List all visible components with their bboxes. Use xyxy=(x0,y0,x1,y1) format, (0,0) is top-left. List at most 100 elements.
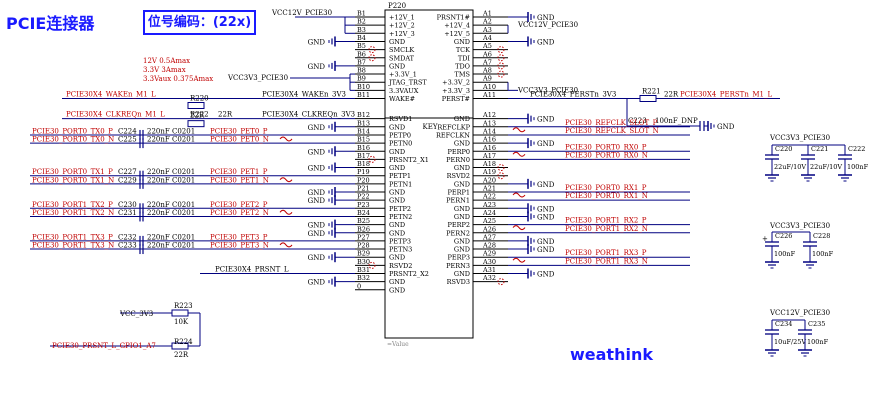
pin-number: A26 xyxy=(482,225,496,233)
resistor-icon xyxy=(639,95,657,102)
cap-value: 220nF xyxy=(147,168,170,176)
cap-ref: C225 xyxy=(118,136,137,144)
pin-name: 3.3VAUX xyxy=(389,87,419,95)
pin-name: PRSNT2_X1 xyxy=(389,156,429,164)
cap-value: 220nF xyxy=(147,242,170,250)
cap-pkg: C0201 xyxy=(172,136,195,144)
pin-number: A24 xyxy=(482,209,496,217)
pin-number: A25 xyxy=(482,217,496,225)
cap-pkg: C0201 xyxy=(172,233,195,241)
pin-name: +3.3V_1 xyxy=(389,71,417,79)
cap-ref: C224 xyxy=(118,127,137,135)
resistor-ref: R221 xyxy=(642,88,661,96)
net-label: PCIE30_PORT1_RX2_P xyxy=(565,217,647,225)
pin-name: RSVD1 xyxy=(389,115,412,123)
pin-name: PERP3 xyxy=(447,254,470,262)
pin-name: GND xyxy=(389,197,405,205)
connector-value: =Value xyxy=(387,341,409,348)
gnd-label: GND xyxy=(308,254,326,262)
net-label: PCIE30_PORT1_TX3_P xyxy=(32,233,113,241)
diff-pair-icon xyxy=(279,136,293,142)
resistor-icon xyxy=(171,309,189,317)
cap-ref: C232 xyxy=(118,233,137,241)
cap-value: 220nF xyxy=(147,233,170,241)
net-label: PCIE30_PET1_P xyxy=(210,168,268,176)
pin-number: A18 xyxy=(482,160,496,168)
pin-name: RSVD2 xyxy=(447,172,470,180)
pin-number: A21 xyxy=(482,185,496,193)
pin-name: +12V_1 xyxy=(389,14,415,22)
pin-number: B16 xyxy=(357,144,370,152)
pin-name: GND xyxy=(454,140,470,148)
pin-name: GND xyxy=(454,205,470,213)
net-label: PCIE30X4_PRSNT_L xyxy=(215,266,289,274)
pin-name: GND xyxy=(454,115,470,123)
net-label: PCIE30_PORT1_RX3_P xyxy=(565,249,647,257)
net-label: PCIE30_PET1_N xyxy=(210,176,269,184)
pin-name: GND xyxy=(389,148,405,156)
pin-number: A23 xyxy=(482,201,496,209)
pin-number: P20 xyxy=(357,176,370,184)
pin-number: A20 xyxy=(482,176,496,184)
cap-ref: C221 xyxy=(811,145,828,153)
pin-name: GND xyxy=(454,38,470,46)
diff-pair-icon xyxy=(512,225,526,231)
net-label: VCC12V_PCIE30 xyxy=(517,21,578,29)
schematic-canvas: P220KEY=ValueB1 +12V_1B2 +12V_2B3 +12V_3B4 G… xyxy=(30,2,869,359)
pin-name: TDI xyxy=(458,54,471,62)
pin-name: PERN1 xyxy=(446,197,470,205)
pin-number: A10 xyxy=(482,83,496,91)
pin-number: 0 xyxy=(357,282,361,290)
pin-name: +12V_5 xyxy=(444,30,470,38)
net-label: PCIE30_PET2_N xyxy=(210,209,269,217)
pin-number: A19 xyxy=(482,168,496,176)
pin-number: B11 xyxy=(357,91,370,99)
pin-number: B4 xyxy=(357,34,366,42)
net-label: VCC3V3_PCIE30 xyxy=(769,222,830,230)
gnd-label: GND xyxy=(308,63,326,71)
diff-pair-icon xyxy=(279,209,293,215)
pin-name: PRSNT1# xyxy=(437,14,470,22)
pin-number: B17 xyxy=(357,152,370,160)
gnd-label: GND xyxy=(308,189,326,197)
cap-pkg: C0201 xyxy=(172,127,195,135)
pin-number: B31 xyxy=(357,266,370,274)
pin-name: PERN3 xyxy=(446,262,470,270)
pin-name: GND xyxy=(389,38,405,46)
pin-number: A32 xyxy=(482,274,496,282)
pin-number: A3 xyxy=(482,26,492,34)
gnd-label: GND xyxy=(308,148,326,156)
cap-pkg: C0201 xyxy=(172,242,195,250)
pin-name: PETN0 xyxy=(389,140,412,148)
pin-name: PETN3 xyxy=(389,246,412,254)
pin-number: B26 xyxy=(357,225,370,233)
connector-key: KEY xyxy=(423,123,438,131)
gnd-label: GND xyxy=(308,165,326,173)
net-label: PCIE30_PORT0_TX0_N xyxy=(32,136,114,144)
net-label: PCIE30_PET0_N xyxy=(210,136,269,144)
pin-name: PERP2 xyxy=(447,221,470,229)
gnd-label: GND xyxy=(537,238,555,246)
cap-value: 22uF/10V xyxy=(810,163,842,171)
net-label: PCIE30X4_WAKEn_M1_L xyxy=(66,91,156,99)
pin-number: A7 xyxy=(482,58,492,66)
cap-ref: C234 xyxy=(775,320,792,328)
pin-name: PETN1 xyxy=(389,180,412,188)
cap-value: 220nF xyxy=(147,201,170,209)
net-label: VCC3V3_PCIE30 xyxy=(769,134,830,142)
pin-number: B14 xyxy=(357,127,370,135)
diff-pair-icon xyxy=(512,127,526,133)
pin-number: A4 xyxy=(482,34,492,42)
pin-number: B32 xyxy=(357,274,370,282)
cap-ref: C222 xyxy=(848,145,865,153)
pin-number: P19 xyxy=(357,168,370,176)
power-note: 3.3Vaux 0.375Amax xyxy=(143,75,213,83)
resistor-ref: R224 xyxy=(174,338,193,346)
pin-number: B30 xyxy=(357,258,370,266)
net-label: PCIE30_PET3_N xyxy=(210,242,269,250)
pin-number: A13 xyxy=(482,119,496,127)
pin-name: GND xyxy=(389,123,405,131)
cap-ref: C226 xyxy=(775,232,792,240)
pin-number: A28 xyxy=(482,242,496,250)
net-label: PCIE30_REFCLK_SLOT_N xyxy=(565,127,659,135)
